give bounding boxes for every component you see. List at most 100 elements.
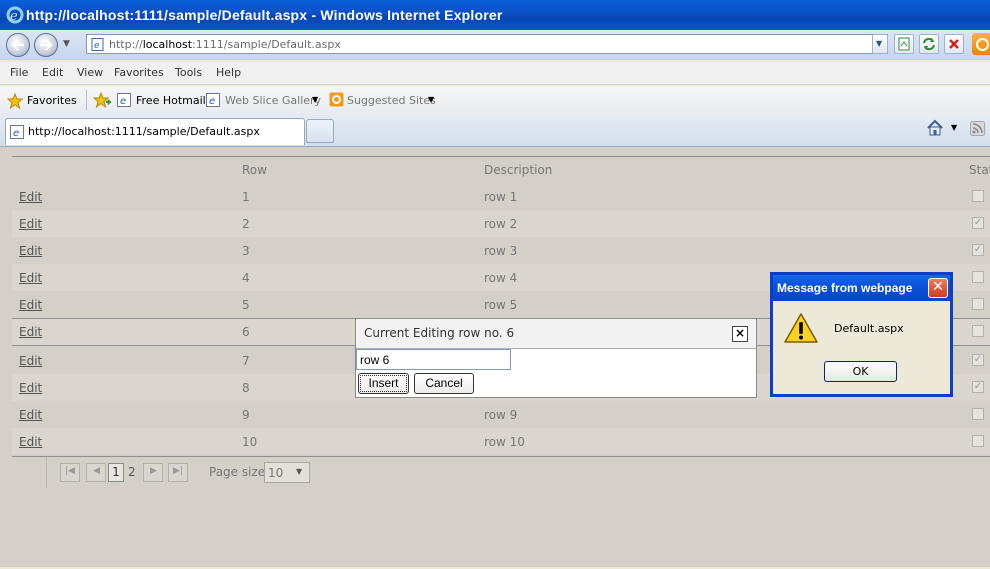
star-icon (7, 93, 23, 109)
compatibility-view-icon[interactable] (894, 34, 914, 54)
table-row: Edit 9 row 9 (12, 401, 990, 428)
edit-link[interactable]: Edit (19, 217, 42, 231)
address-dropdown-button[interactable]: ▼ (872, 34, 888, 54)
edit-link[interactable]: Edit (19, 408, 42, 422)
back-arrow-icon (11, 39, 24, 51)
search-provider-icon[interactable] (972, 33, 990, 55)
feeds-icon[interactable] (970, 121, 985, 136)
status-checkbox (972, 190, 984, 202)
status-checkbox: ✓ (972, 244, 984, 256)
edit-link[interactable]: Edit (19, 271, 42, 285)
row-number-cell: 10 (242, 435, 258, 449)
ie-page-icon: e (117, 93, 131, 107)
svg-text:e: e (10, 9, 18, 24)
refresh-icon[interactable] (919, 34, 939, 54)
status-checkbox (972, 271, 984, 283)
tab-title: http://localhost:1111/sample/Default.asp… (28, 125, 260, 138)
forward-button[interactable] (34, 33, 58, 57)
header-description: Description (484, 163, 553, 177)
description-cell: row 4 (484, 271, 518, 285)
description-input[interactable] (356, 349, 511, 370)
table-row: Edit 2 row 2 ✓ (12, 210, 990, 237)
message-text: Default.aspx (834, 322, 904, 335)
chevron-down-icon: ▼ (312, 95, 319, 104)
edit-link[interactable]: Edit (19, 354, 42, 368)
description-cell: row 9 (484, 408, 518, 422)
status-checkbox: ✓ (972, 217, 984, 229)
edit-link[interactable]: Edit (19, 381, 42, 395)
home-icon[interactable] (926, 119, 944, 137)
ie-page-icon: e (206, 93, 220, 107)
menu-favorites[interactable]: Favorites (114, 66, 164, 79)
svg-text:e: e (94, 41, 100, 51)
edit-link[interactable]: Edit (19, 298, 42, 312)
edit-link[interactable]: Edit (19, 325, 42, 339)
cancel-button[interactable]: Cancel (414, 373, 474, 394)
row-number-cell: 9 (242, 408, 250, 422)
page-1-button[interactable]: 1 (108, 463, 124, 482)
menu-help[interactable]: Help (216, 66, 241, 79)
header-row: Row (242, 163, 267, 177)
last-page-button[interactable]: ▶| (168, 463, 188, 482)
menu-file[interactable]: File (10, 66, 28, 79)
edit-dialog-title: Current Editing row no. 6 (364, 326, 515, 340)
svg-text:e: e (13, 128, 19, 139)
pager-separator (46, 457, 47, 488)
status-checkbox (972, 435, 984, 447)
menu-view[interactable]: View (77, 66, 103, 79)
row-number-cell: 2 (242, 217, 250, 231)
message-dialog-close-button[interactable]: ✕ (928, 278, 948, 298)
row-number-cell: 1 (242, 190, 250, 204)
row-number-cell: 5 (242, 298, 250, 312)
svg-text:e: e (209, 96, 215, 107)
chevron-down-icon: ▼ (428, 95, 435, 104)
page-2-button[interactable]: 2 (128, 465, 136, 479)
page-size-value: 10 (268, 466, 284, 480)
menu-tools[interactable]: Tools (175, 66, 202, 79)
description-cell: row 5 (484, 298, 518, 312)
status-checkbox: ✓ (972, 354, 984, 366)
message-dialog-titlebar: Message from webpage ✕ (773, 275, 950, 301)
status-checkbox (972, 298, 984, 310)
tab-default-aspx[interactable]: e http://localhost:1111/sample/Default.a… (5, 118, 305, 145)
row-number-cell: 6 (242, 325, 250, 339)
recent-pages-chevron-icon[interactable]: ▼ (63, 39, 70, 49)
page-size-label: Page size: (209, 465, 270, 479)
edit-dialog-header: Current Editing row no. 6 × (356, 319, 756, 349)
add-to-favorites-icon[interactable] (93, 92, 111, 108)
stop-icon[interactable] (944, 34, 964, 54)
ie-logo-icon: e (6, 6, 24, 24)
menu-edit[interactable]: Edit (42, 66, 63, 79)
insert-button[interactable]: Insert (358, 373, 409, 394)
row-number-cell: 3 (242, 244, 250, 258)
home-chevron-down-icon[interactable]: ▼ (951, 123, 957, 132)
ok-button[interactable]: OK (824, 361, 897, 382)
edit-link[interactable]: Edit (19, 244, 42, 258)
edit-link[interactable]: Edit (19, 190, 42, 204)
message-dialog-title: Message from webpage (777, 281, 913, 295)
status-checkbox (972, 408, 984, 420)
web-slice-gallery-label: Web Slice Gallery (225, 94, 322, 107)
edit-link[interactable]: Edit (19, 435, 42, 449)
table-row: Edit 10 row 10 (12, 428, 990, 455)
row-number-cell: 4 (242, 271, 250, 285)
new-tab-button[interactable] (306, 119, 334, 143)
page-size-select[interactable]: 10 ▼ (264, 462, 310, 483)
description-cell: row 2 (484, 217, 518, 231)
table-row: Edit 3 row 3 ✓ (12, 237, 990, 264)
suggested-sites-label: Suggested Sites (347, 94, 436, 107)
back-button[interactable] (6, 33, 30, 57)
next-page-button[interactable]: ▶ (143, 463, 163, 482)
edit-dialog-close-button[interactable]: × (732, 326, 748, 342)
page-icon: e (91, 38, 104, 51)
title-bar: e http://localhost:1111/sample/Default.a… (0, 0, 990, 30)
warning-icon (784, 313, 818, 343)
description-cell: row 3 (484, 244, 518, 258)
address-url: http://localhost:1111/sample/Default.asp… (109, 38, 341, 51)
table-row: Edit 1 row 1 (12, 183, 990, 210)
prev-page-button[interactable]: ◀ (86, 463, 106, 482)
description-cell: row 10 (484, 435, 525, 449)
description-cell: row 1 (484, 190, 518, 204)
address-bar[interactable]: e http://localhost:1111/sample/Default.a… (86, 34, 888, 54)
first-page-button[interactable]: |◀ (60, 463, 80, 482)
